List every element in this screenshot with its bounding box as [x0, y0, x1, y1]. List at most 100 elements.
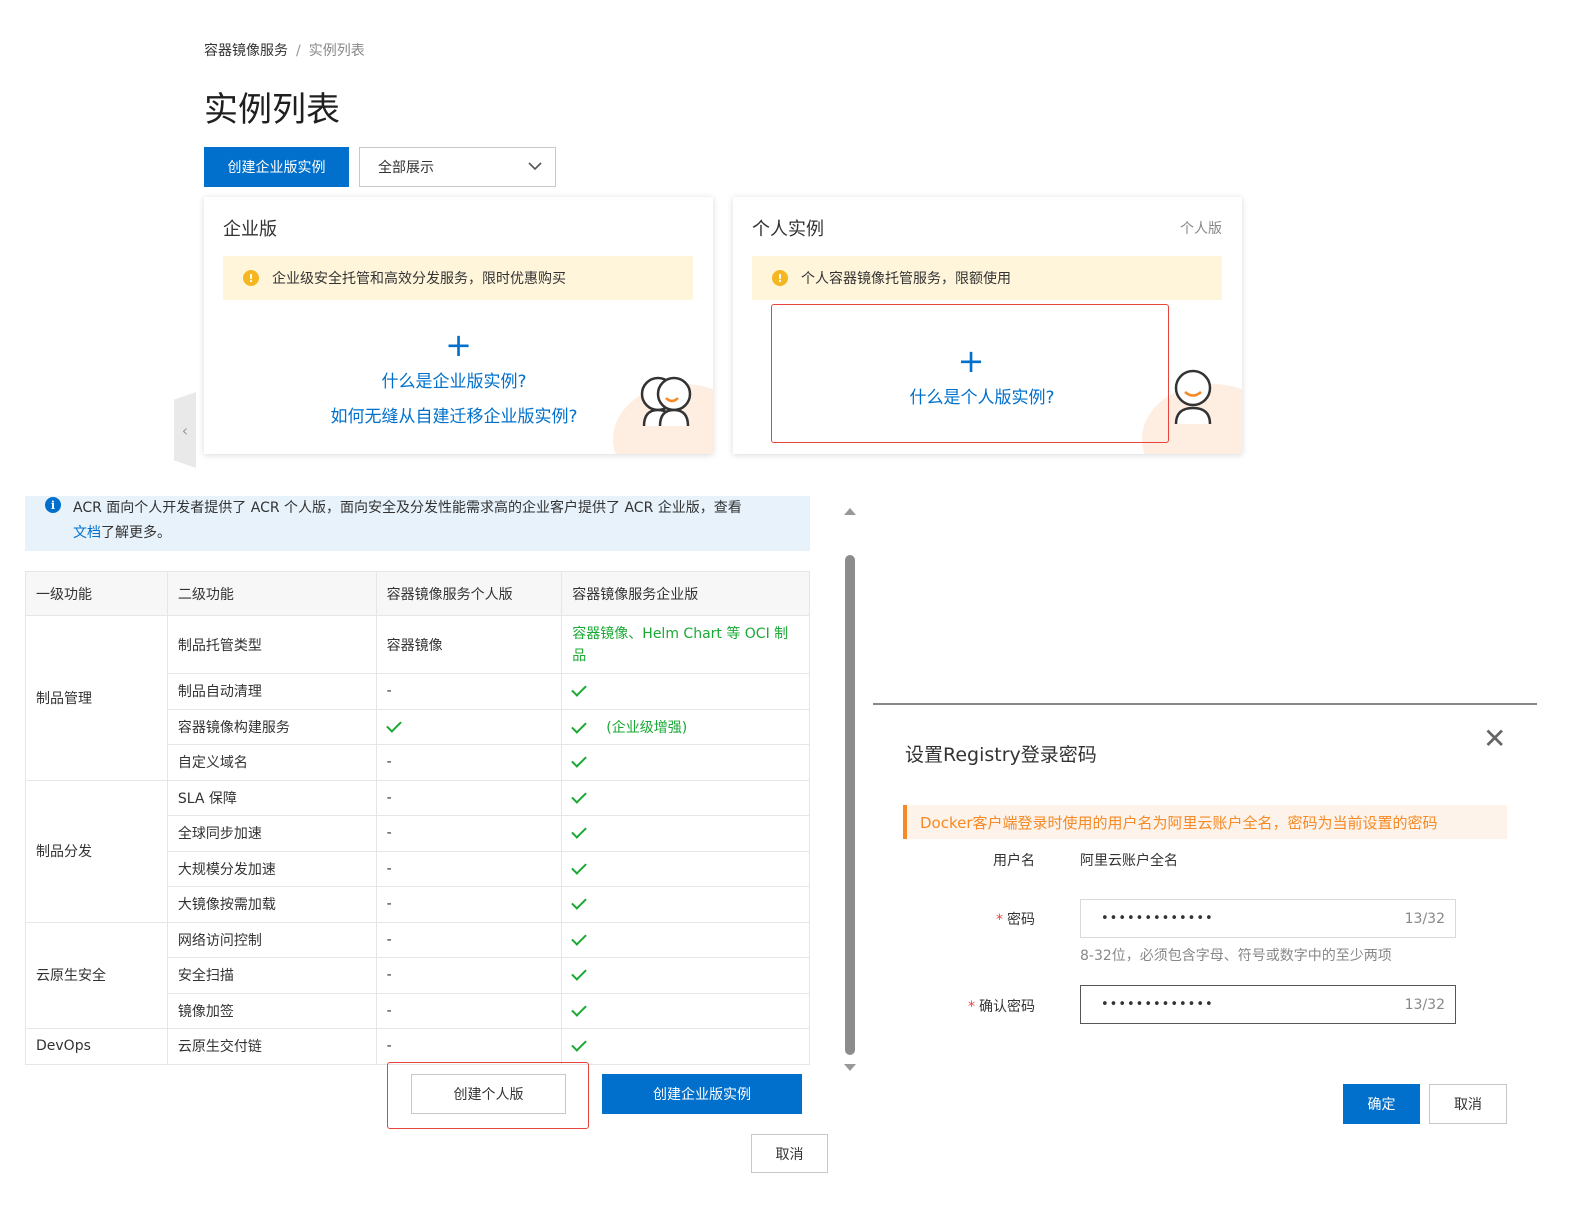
user-illustration-icon	[1174, 369, 1212, 425]
personal-cell: -	[375, 886, 563, 923]
what-is-enterprise-link[interactable]: 什么是企业版实例?	[204, 367, 704, 392]
column-header: 容器镜像服务企业版	[561, 571, 810, 616]
feature-cell: 制品托管类型	[166, 615, 377, 674]
enterprise-cell	[561, 673, 810, 710]
check-icon	[571, 1000, 588, 1017]
password-label-text: 密码	[1007, 912, 1035, 928]
personal-cell: -	[375, 921, 563, 958]
page-title: 实例列表	[204, 90, 340, 130]
sidebar-collapse-toggle[interactable]: ‹	[174, 392, 196, 468]
confirm-password-input[interactable]: ••••••••••••• 13/32	[1080, 985, 1456, 1024]
confirm-password-char-count: 13/32	[1404, 996, 1445, 1013]
group-cell: DevOps	[25, 1028, 168, 1065]
check-icon	[571, 681, 588, 698]
personal-cell: -	[375, 744, 563, 781]
enterprise-cell	[561, 744, 810, 781]
feature-cell: 全球同步加速	[166, 815, 377, 852]
enterprise-cell	[561, 957, 810, 994]
breadcrumb: 容器镜像服务 / 实例列表	[204, 40, 365, 60]
ok-button[interactable]: 确定	[1343, 1084, 1420, 1124]
enterprise-card: 企业版 ! 企业级安全托管和高效分发服务，限时优惠购买 + 什么是企业版实例? …	[204, 197, 713, 454]
check-icon	[571, 929, 588, 946]
info-banner-suffix: 了解更多。	[101, 525, 171, 541]
confirm-password-label: * 确认密码	[895, 996, 1035, 1016]
required-mark: *	[996, 912, 1003, 928]
password-char-count: 13/32	[1404, 910, 1445, 927]
personal-cell: -	[375, 673, 563, 710]
personal-cell: -	[375, 779, 563, 816]
column-header: 二级功能	[166, 571, 377, 616]
confirm-password-label-text: 确认密码	[979, 999, 1035, 1015]
personal-create-area[interactable]: + 什么是个人版实例?	[771, 304, 1169, 443]
personal-alert: ! 个人容器镜像托管服务，限额使用	[752, 256, 1222, 300]
feature-cell: SLA 保障	[166, 779, 377, 816]
scroll-up-arrow-icon[interactable]	[844, 506, 856, 516]
required-mark: *	[968, 999, 975, 1015]
personal-card-title: 个人实例	[752, 219, 824, 240]
table-header-row: 一级功能 二级功能 容器镜像服务个人版 容器镜像服务企业版	[25, 571, 810, 616]
enterprise-cell: (企业级增强)	[561, 708, 810, 745]
breadcrumb-separator: /	[296, 43, 301, 59]
check-icon	[571, 965, 588, 982]
what-is-personal-link[interactable]: 什么是个人版实例?	[772, 383, 1192, 408]
check-icon	[571, 894, 588, 911]
personal-card: 个人实例 个人版 ! 个人容器镜像托管服务，限额使用 + 什么是个人版实例?	[733, 197, 1242, 454]
close-icon[interactable]: ✕	[1483, 725, 1506, 753]
scroll-down-arrow-icon[interactable]	[844, 1063, 856, 1073]
scrollbar-thumb[interactable]	[845, 555, 855, 1055]
group-cell: 制品分发	[25, 779, 168, 923]
enterprise-cell	[561, 779, 810, 816]
enterprise-enhanced-note: (企业级增强)	[606, 719, 688, 736]
add-enterprise-icon[interactable]: +	[204, 329, 713, 361]
enterprise-cell	[561, 1028, 810, 1065]
modal-alert: Docker客户端登录时使用的用户名为阿里云账户全名，密码为当前设置的密码	[903, 805, 1507, 839]
docs-link[interactable]: 文档	[73, 525, 101, 541]
table-row: 制品分发 SLA 保障 -	[25, 779, 810, 923]
feature-cell: 安全扫描	[166, 957, 377, 994]
column-header: 容器镜像服务个人版	[375, 571, 563, 616]
personal-cell: -	[375, 1028, 563, 1065]
instance-filter-select[interactable]: 全部展示	[359, 147, 556, 187]
info-banner: i ACR 面向个人开发者提供了 ACR 个人版，面向安全及分发性能需求高的企业…	[25, 496, 810, 551]
check-icon	[571, 787, 588, 804]
feature-cell: 网络访问控制	[166, 921, 377, 958]
add-personal-icon[interactable]: +	[772, 345, 1170, 377]
username-label: 用户名	[993, 853, 1035, 869]
create-enterprise-instance-button[interactable]: 创建企业版实例	[204, 147, 349, 187]
instance-filter-value: 全部展示	[378, 160, 434, 176]
check-icon	[385, 716, 402, 733]
vertical-scrollbar[interactable]	[844, 500, 856, 1080]
personal-cell: -	[375, 957, 563, 994]
enterprise-cell	[561, 886, 810, 923]
cancel-button[interactable]: 取消	[751, 1134, 828, 1173]
chevron-left-icon: ‹	[181, 420, 189, 440]
enterprise-alert: ! 企业级安全托管和高效分发服务，限时优惠购买	[223, 256, 693, 300]
modal-top-border	[873, 703, 1537, 705]
breadcrumb-root[interactable]: 容器镜像服务	[204, 43, 288, 59]
personal-cell: -	[375, 850, 563, 887]
feature-cell: 容器镜像构建服务	[166, 708, 377, 745]
confirm-password-value: •••••••••••••	[1101, 997, 1214, 1012]
info-icon: i	[45, 497, 61, 513]
table-row: 云原生安全 网络访问控制 -	[25, 921, 810, 1029]
check-icon	[571, 752, 588, 769]
personal-cell: 容器镜像	[375, 615, 563, 674]
personal-alert-text: 个人容器镜像托管服务，限额使用	[801, 271, 1011, 287]
personal-cell	[375, 708, 563, 745]
enterprise-cell: 容器镜像、Helm Chart 等 OCI 制品	[561, 615, 810, 674]
enterprise-card-title: 企业版	[223, 219, 277, 240]
table-row: 制品管理 制品托管类型 容器镜像 容器镜像、Helm Chart 等 OCI 制…	[25, 615, 810, 781]
feature-cell: 镜像加签	[166, 992, 377, 1029]
group-cell: 云原生安全	[25, 921, 168, 1029]
migrate-enterprise-link[interactable]: 如何无缝从自建迁移企业版实例?	[204, 402, 704, 427]
enterprise-cell	[561, 921, 810, 958]
password-input[interactable]: ••••••••••••• 13/32	[1080, 899, 1456, 938]
modal-title: 设置Registry登录密码	[905, 744, 1097, 766]
username-value: 阿里云账户全名	[1080, 853, 1178, 869]
create-personal-button[interactable]: 创建个人版	[411, 1074, 566, 1114]
enterprise-alert-text: 企业级安全托管和高效分发服务，限时优惠购买	[272, 271, 566, 287]
modal-cancel-button[interactable]: 取消	[1429, 1084, 1507, 1124]
create-enterprise-button[interactable]: 创建企业版实例	[602, 1074, 802, 1114]
feature-cell: 大镜像按需加载	[166, 886, 377, 923]
password-value: •••••••••••••	[1101, 911, 1214, 926]
